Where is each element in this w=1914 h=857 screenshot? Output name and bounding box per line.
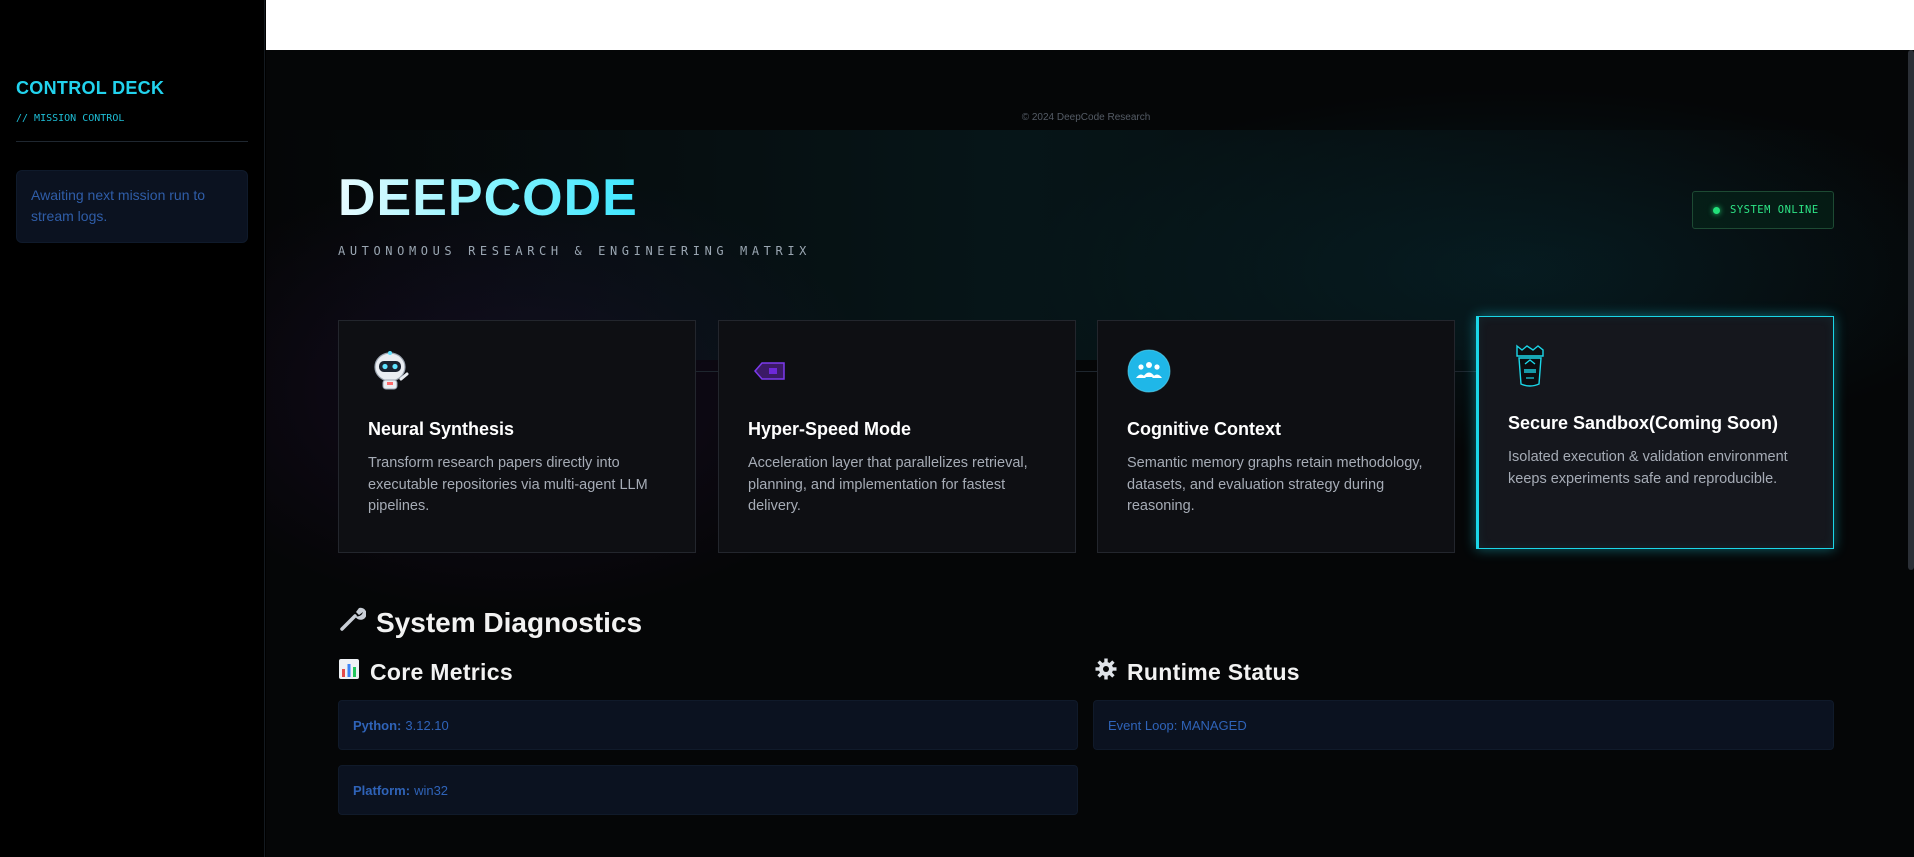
sidebar-divider	[16, 141, 248, 142]
feature-title: Cognitive Context	[1127, 419, 1282, 439]
scrollbar[interactable]	[1908, 50, 1914, 570]
feature-description: Transform research papers directly into …	[368, 455, 648, 514]
feature-cards: Neural Synthesis Transform research pape…	[338, 316, 1834, 555]
python-value: 3.12.10	[405, 717, 449, 733]
diagnostics-title: System Diagnostics	[376, 606, 643, 638]
feature-description: Acceleration layer that parallelizes ret…	[748, 455, 1028, 514]
core-metrics-heading: Core Metrics	[338, 658, 513, 686]
event-loop-status: Event Loop: MANAGED	[1093, 700, 1834, 750]
copyright-text: © 2024 DeepCode Research	[1021, 112, 1151, 123]
feature-title: Hyper-Speed Mode	[748, 419, 912, 439]
status-dot-icon	[1713, 206, 1720, 214]
main-content: © 2024 DeepCode Research DEEPCODE AUTONO…	[266, 50, 1914, 857]
platform-label: Platform:	[353, 782, 411, 798]
robot-icon	[368, 349, 412, 393]
status-badge: SYSTEM ONLINE	[1692, 191, 1834, 229]
top-header-bar	[266, 0, 1914, 50]
wrench-icon	[338, 605, 367, 640]
feature-card-secure-sandbox[interactable]: Secure Sandbox(Coming Soon) Isolated exe…	[1476, 316, 1834, 549]
feature-title: Secure Sandbox(Coming Soon)	[1508, 413, 1779, 433]
feature-card-cognitive-context[interactable]: Cognitive Context Semantic memory graphs…	[1097, 320, 1455, 553]
sidebar-subtitle: // MISSION CONTROL	[16, 113, 125, 124]
event-loop-text: Event Loop: MANAGED	[1108, 717, 1247, 733]
tag-icon	[748, 349, 792, 393]
feature-description: Semantic memory graphs retain methodolog…	[1127, 455, 1423, 514]
runtime-status-heading: Runtime Status	[1095, 658, 1300, 686]
runtime-status-title: Runtime Status	[1127, 658, 1300, 685]
python-version-metric: Python: 3.12.10	[338, 700, 1078, 750]
page-subtitle: AUTONOMOUS RESEARCH & ENGINEERING MATRIX	[338, 244, 811, 258]
sidebar-title: CONTROL DECK	[16, 78, 165, 98]
diagnostics-heading: System Diagnostics	[338, 605, 642, 640]
core-metrics-title: Core Metrics	[370, 658, 513, 685]
sandbox-icon	[1508, 344, 1552, 389]
page-title: DEEPCODE	[338, 169, 638, 227]
platform-value: win32	[414, 782, 449, 798]
bar-chart-icon	[338, 658, 360, 686]
platform-metric: Platform: win32	[338, 765, 1078, 815]
gear-icon	[1095, 658, 1117, 686]
log-status-box: Awaiting next mission run to stream logs…	[16, 170, 248, 243]
feature-description: Isolated execution & validation environm…	[1508, 449, 1788, 487]
feature-title: Neural Synthesis	[368, 419, 515, 439]
feature-card-neural-synthesis[interactable]: Neural Synthesis Transform research pape…	[338, 320, 696, 553]
python-label: Python:	[353, 717, 402, 733]
feature-card-hyper-speed-mode[interactable]: Hyper-Speed Mode Acceleration layer that…	[718, 320, 1076, 553]
sidebar: CONTROL DECK // MISSION CONTROL Awaiting…	[0, 0, 265, 857]
team-icon	[1127, 349, 1171, 393]
status-text: SYSTEM ONLINE	[1730, 204, 1819, 216]
